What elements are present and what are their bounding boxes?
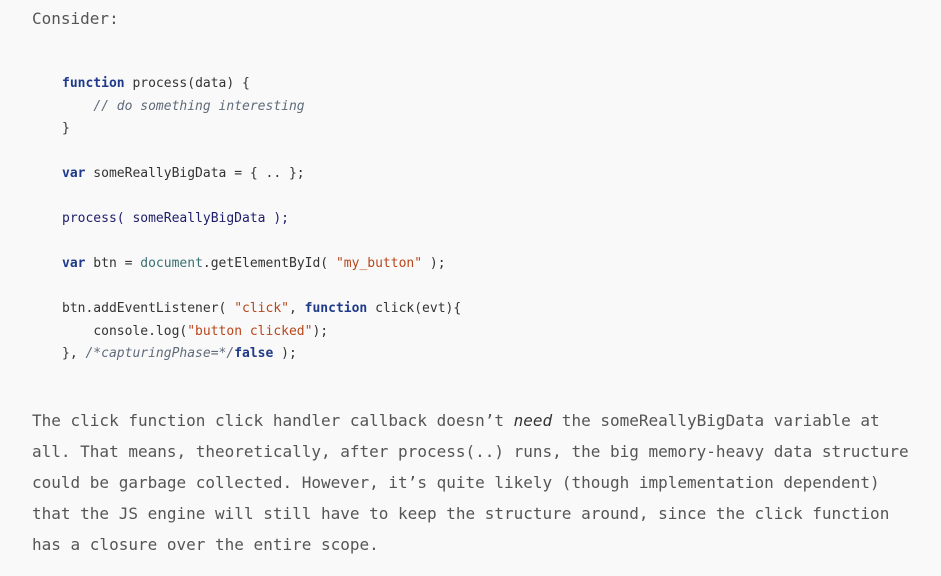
string-literal: "button clicked" xyxy=(187,323,313,339)
code-text: ); xyxy=(273,346,297,361)
builtin-object: document xyxy=(140,256,203,271)
code-text: ); xyxy=(312,323,329,339)
code-text: , xyxy=(288,301,305,316)
keyword: function xyxy=(62,76,125,91)
code-text: click(evt){ xyxy=(367,301,462,316)
code-line-9: var btn = document.getElementById( "my_b… xyxy=(62,253,461,276)
emphasis-text: need xyxy=(513,411,553,430)
code-text: process( someReallyBigData ); xyxy=(62,211,289,226)
code-text: } xyxy=(62,121,70,136)
paragraph-text: the someReallyBigData variable at all. T… xyxy=(32,411,909,554)
string-literal: "click" xyxy=(234,301,289,316)
code-block: function process(data) { // do something… xyxy=(62,73,461,366)
code-line-2: // do something interesting xyxy=(62,96,461,119)
code-text: process(data) { xyxy=(124,76,250,91)
code-line-5: var someReallyBigData = { .. }; xyxy=(62,163,461,186)
code-text: btn = xyxy=(85,256,141,271)
code-line-1: function process(data) { xyxy=(62,73,461,96)
code-text: console.log( xyxy=(93,323,188,339)
code-text: .getElementById( xyxy=(202,256,336,271)
code-line-13: }, /*capturingPhase=*/false ); xyxy=(62,343,461,366)
keyword: false xyxy=(234,346,274,361)
explanation-paragraph: The click function click handler callbac… xyxy=(32,405,912,560)
code-text: btn.addEventListener( xyxy=(62,301,235,316)
code-line-7: process( someReallyBigData ); xyxy=(62,208,461,231)
keyword: var xyxy=(62,166,86,181)
paragraph-text: The click function click handler callbac… xyxy=(32,411,514,430)
string-literal: "my_button" xyxy=(335,256,423,271)
code-line-3: } xyxy=(62,118,461,141)
code-line-12: console.log("button clicked"); xyxy=(62,321,461,344)
keyword: var xyxy=(62,256,86,271)
code-text: someReallyBigData = { .. }; xyxy=(85,166,305,181)
code-line-11: btn.addEventListener( "click", function … xyxy=(62,298,461,321)
code-comment: /*capturingPhase=*/ xyxy=(85,346,235,361)
keyword: function xyxy=(304,301,368,316)
code-text: ); xyxy=(422,256,446,271)
intro-text: Consider: xyxy=(32,9,119,28)
code-text: }, xyxy=(62,346,86,361)
code-comment: // do something interesting xyxy=(93,98,305,114)
